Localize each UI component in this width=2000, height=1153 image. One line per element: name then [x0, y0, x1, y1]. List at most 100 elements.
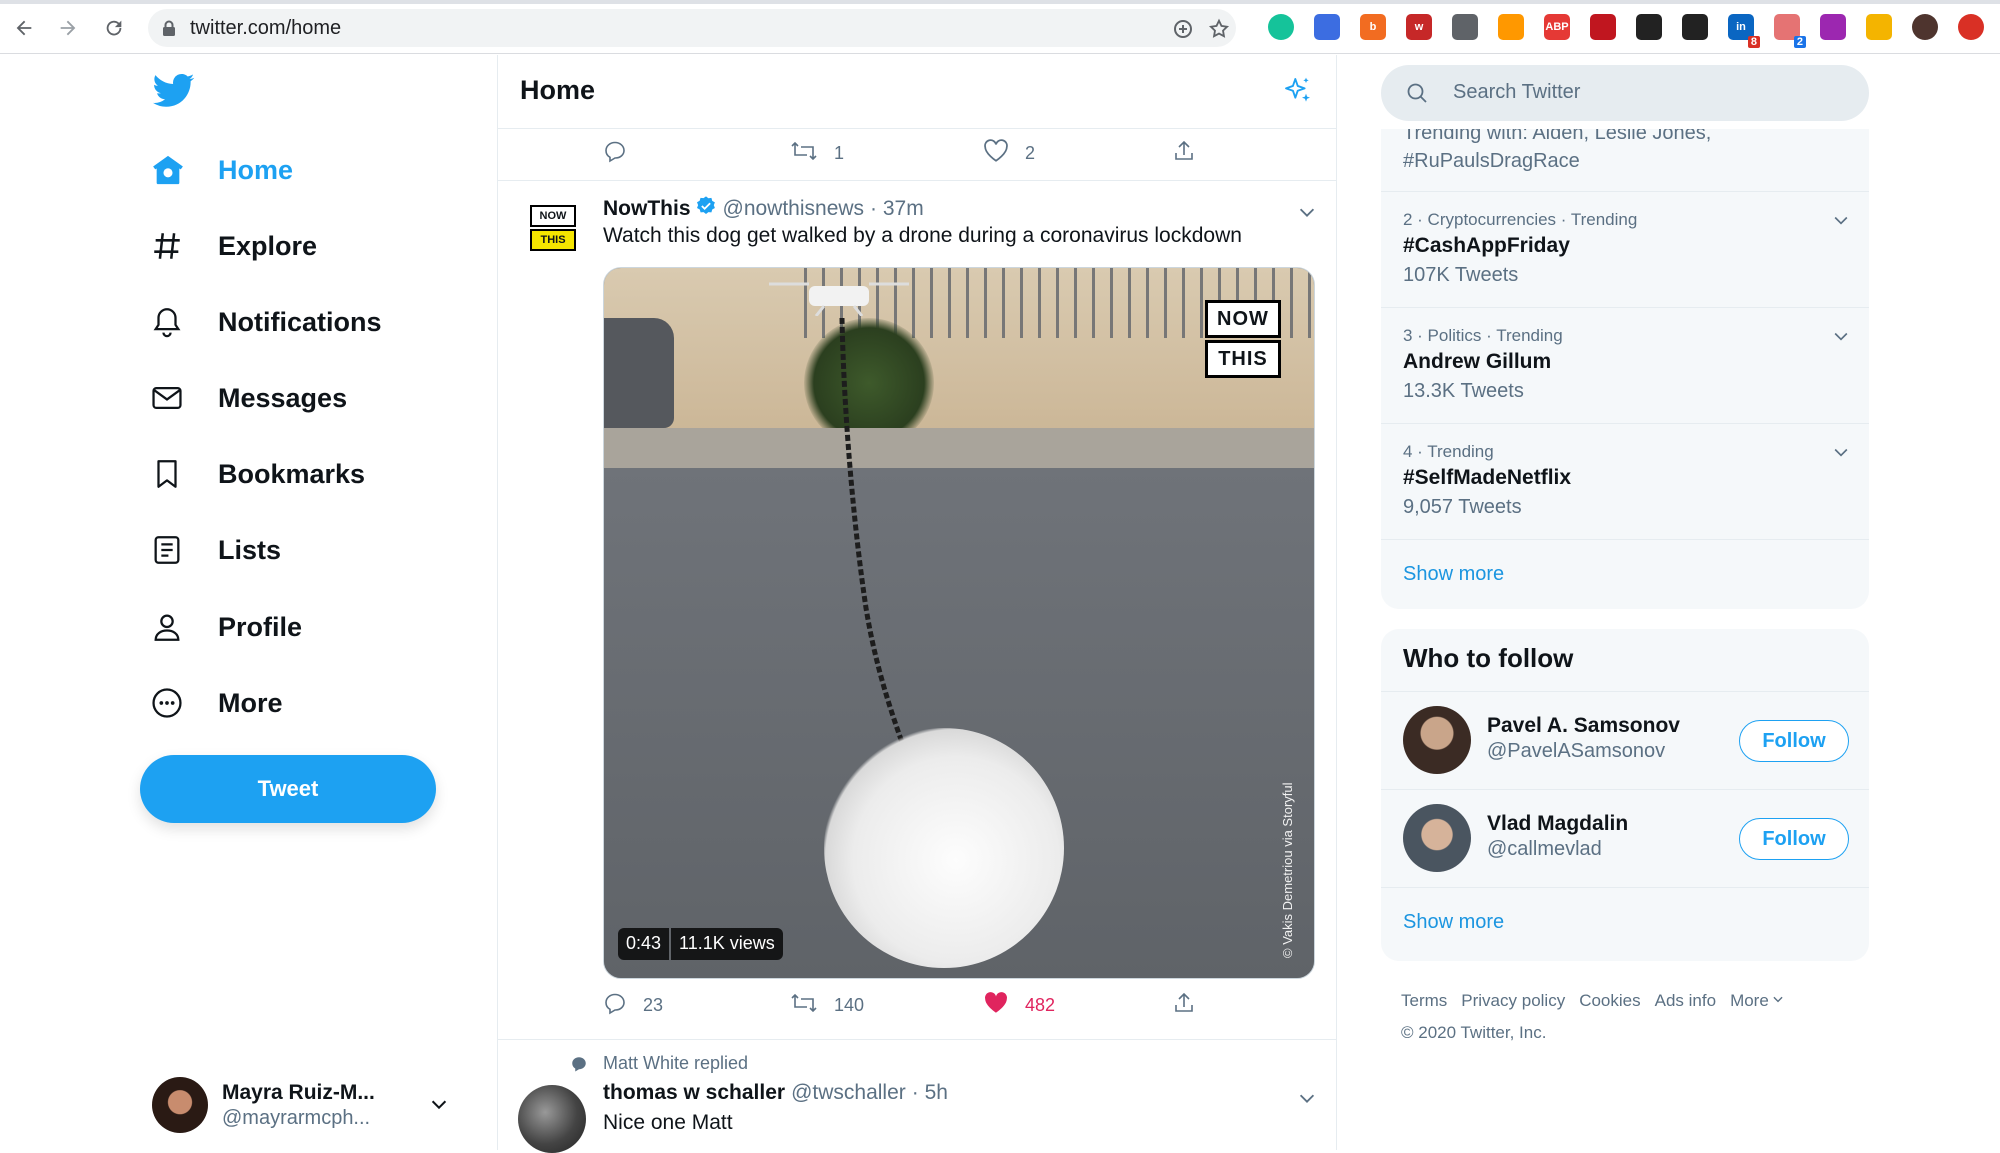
menu-red-extension-icon[interactable]	[1958, 14, 1984, 40]
author-name[interactable]: NowThis	[603, 197, 691, 221]
extension-badge: 8	[1747, 36, 1760, 48]
adblock-plus-extension-icon[interactable]: ABP	[1544, 14, 1570, 40]
left-sidebar: Home Explore Notifications Messages Book…	[0, 55, 497, 1150]
verified-badge-icon	[695, 195, 717, 223]
retweet-icon	[790, 139, 818, 168]
chevron-down-icon[interactable]	[428, 1093, 450, 1120]
envelope-icon	[150, 381, 194, 415]
timeline: Home 1 2 NOW THIS NowThis @nowthisnews ·…	[497, 55, 1337, 1153]
chevron-down-icon[interactable]	[1831, 210, 1851, 235]
tweet-time[interactable]: · 37m	[870, 197, 924, 221]
avatar[interactable]	[1403, 706, 1471, 774]
reload-icon[interactable]	[100, 14, 128, 42]
avatar[interactable]	[518, 1085, 586, 1153]
chevron-down-icon[interactable]	[1771, 991, 1785, 1010]
reply-button[interactable]	[603, 139, 627, 168]
twitter-logo-icon[interactable]	[153, 73, 195, 114]
reply-button[interactable]: 23	[603, 991, 663, 1020]
nav-home[interactable]: Home	[150, 145, 293, 195]
tweet-text: Watch this dog get walked by a drone dur…	[603, 224, 1242, 247]
share-button[interactable]	[1172, 139, 1196, 168]
follow-suggestion[interactable]: Vlad Magdalin @callmevlad Follow	[1381, 789, 1869, 887]
nav-lists[interactable]: Lists	[150, 525, 281, 575]
forward-icon[interactable]	[54, 14, 82, 42]
add-tab-icon[interactable]	[1172, 18, 1194, 45]
tweet-actions: 23 140 482	[498, 981, 1336, 1029]
suggestion-name: Pavel A. Samsonov	[1487, 714, 1680, 737]
like-button[interactable]: 2	[983, 139, 1035, 168]
bell-icon	[150, 305, 194, 339]
retweet-count: 1	[834, 143, 845, 163]
play-extension-icon[interactable]	[1452, 14, 1478, 40]
tweet-time[interactable]: · 5h	[912, 1081, 948, 1105]
chevron-down-icon[interactable]	[1296, 201, 1318, 228]
home-icon	[150, 153, 194, 187]
search-input[interactable]: Search Twitter	[1453, 81, 1580, 104]
nav-label: Lists	[218, 534, 282, 565]
previous-tweet-actions: 1 2	[498, 129, 1336, 177]
video-views: 11.1K views	[671, 928, 783, 960]
chevron-down-icon[interactable]	[1296, 1087, 1318, 1114]
profile-extension-icon[interactable]	[1912, 14, 1938, 40]
cap-extension-icon[interactable]	[1314, 14, 1340, 40]
search-bar[interactable]: Search Twitter	[1381, 65, 1869, 121]
nav-explore[interactable]: Explore	[150, 221, 317, 271]
nav-messages[interactable]: Messages	[150, 373, 347, 423]
retweet-button[interactable]: 1	[790, 139, 844, 168]
social-context[interactable]: Matt White replied	[603, 1053, 748, 1074]
account-switcher[interactable]: Mayra Ruiz-M... @mayrarmcph...	[152, 1077, 462, 1137]
nav-more[interactable]: More	[150, 678, 283, 728]
tweet-button[interactable]: Tweet	[140, 755, 436, 823]
honey-extension-icon[interactable]: b	[1360, 14, 1386, 40]
chevron-down-icon[interactable]	[1831, 442, 1851, 467]
more-icon	[150, 686, 194, 720]
share-extension-icon[interactable]: 2	[1774, 14, 1806, 48]
rainbow-extension-icon[interactable]	[1498, 14, 1524, 40]
footer-link-privacy[interactable]: Privacy policy	[1461, 991, 1565, 1010]
bookmark-icon	[150, 457, 194, 491]
video-player[interactable]: NOW THIS © Vakis Demetriou via Storyful …	[603, 267, 1315, 979]
nav-label: Home	[218, 154, 294, 185]
tweet[interactable]: NOW THIS NowThis @nowthisnews · 37m Watc…	[498, 181, 1336, 1039]
footer: Terms Privacy policy Cookies Ads info More ©…	[1401, 985, 1861, 1049]
nav-profile[interactable]: Profile	[150, 602, 302, 652]
tracker-extension-icon[interactable]	[1636, 14, 1662, 40]
trend-item[interactable]: 4 · Trending #SelfMadeNetflix 9,057 Twee…	[1381, 423, 1869, 539]
grammarly-extension-icon[interactable]	[1268, 14, 1294, 40]
stats-extension-icon[interactable]	[1682, 14, 1708, 40]
ublock-extension-icon[interactable]	[1590, 14, 1616, 40]
tweet[interactable]: Matt White replied thomas w schaller @tw…	[498, 1039, 1336, 1153]
star-icon[interactable]	[1208, 18, 1230, 45]
follow-button[interactable]: Follow	[1739, 818, 1849, 860]
footer-link-terms[interactable]: Terms	[1401, 991, 1447, 1010]
who-to-follow-panel: Who to follow Pavel A. Samsonov @PavelAS…	[1381, 629, 1869, 961]
avatar[interactable]	[1403, 804, 1471, 872]
sparkle-icon[interactable]	[1282, 75, 1314, 112]
nav-notifications[interactable]: Notifications	[150, 297, 382, 347]
account-handle: @mayrarmcph...	[222, 1107, 371, 1129]
author-name[interactable]: thomas w schaller	[603, 1081, 785, 1105]
trend-item[interactable]: 3 · Politics · Trending Andrew Gillum 13…	[1381, 307, 1869, 423]
footer-link-cookies[interactable]: Cookies	[1579, 991, 1640, 1010]
follow-suggestion[interactable]: Pavel A. Samsonov @PavelASamsonov Follow	[1381, 691, 1869, 789]
address-bar[interactable]: twitter.com/home	[148, 9, 1236, 47]
footer-link-ads-info[interactable]: Ads info	[1655, 991, 1716, 1010]
colors-extension-icon[interactable]	[1820, 14, 1846, 40]
share-button[interactable]	[1172, 991, 1196, 1020]
retweet-button[interactable]: 140	[790, 991, 864, 1020]
chevron-down-icon[interactable]	[1831, 326, 1851, 351]
follow-button[interactable]: Follow	[1739, 720, 1849, 762]
w-ext-extension-icon[interactable]: w	[1406, 14, 1432, 40]
avatar[interactable]: NOW THIS	[530, 205, 576, 251]
like-button[interactable]: 482	[983, 991, 1055, 1020]
nav-bookmarks[interactable]: Bookmarks	[150, 449, 365, 499]
back-icon[interactable]	[10, 14, 38, 42]
analytics-extension-icon[interactable]	[1866, 14, 1892, 40]
author-handle[interactable]: @nowthisnews	[723, 197, 865, 221]
footer-link-more[interactable]: More	[1730, 991, 1769, 1010]
who-to-follow-show-more-link[interactable]: Show more	[1403, 911, 1504, 934]
trends-show-more-link[interactable]: Show more	[1403, 563, 1504, 586]
trend-item[interactable]: 2 · Cryptocurrencies · Trending #CashApp…	[1381, 191, 1869, 307]
linkedin-extension-icon[interactable]: in 8	[1728, 14, 1760, 48]
author-handle[interactable]: @twschaller	[791, 1081, 906, 1105]
